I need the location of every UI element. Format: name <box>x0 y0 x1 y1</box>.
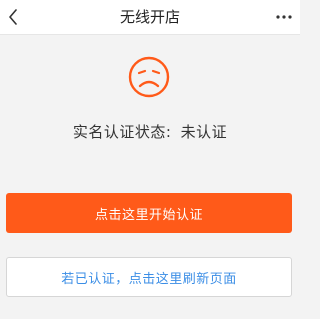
start-verification-label: 点击这里开始认证 <box>94 207 203 223</box>
status-label: 实名认证状态: <box>72 123 172 141</box>
nav-bar: 无线开店 <box>0 0 300 35</box>
refresh-page-label: 若已认证，点击这里刷新页面 <box>61 271 237 287</box>
page-title: 无线开店 <box>119 8 180 26</box>
more-dots-icon <box>276 15 292 19</box>
status-value: 未认证 <box>180 123 228 141</box>
sad-face-icon <box>128 56 170 98</box>
refresh-page-button[interactable]: 若已认证，点击这里刷新页面 <box>6 257 292 297</box>
verification-status: 实名认证状态: 未认证 <box>0 121 300 142</box>
start-verification-button[interactable]: 点击这里开始认证 <box>6 193 292 233</box>
more-button[interactable] <box>272 0 296 34</box>
